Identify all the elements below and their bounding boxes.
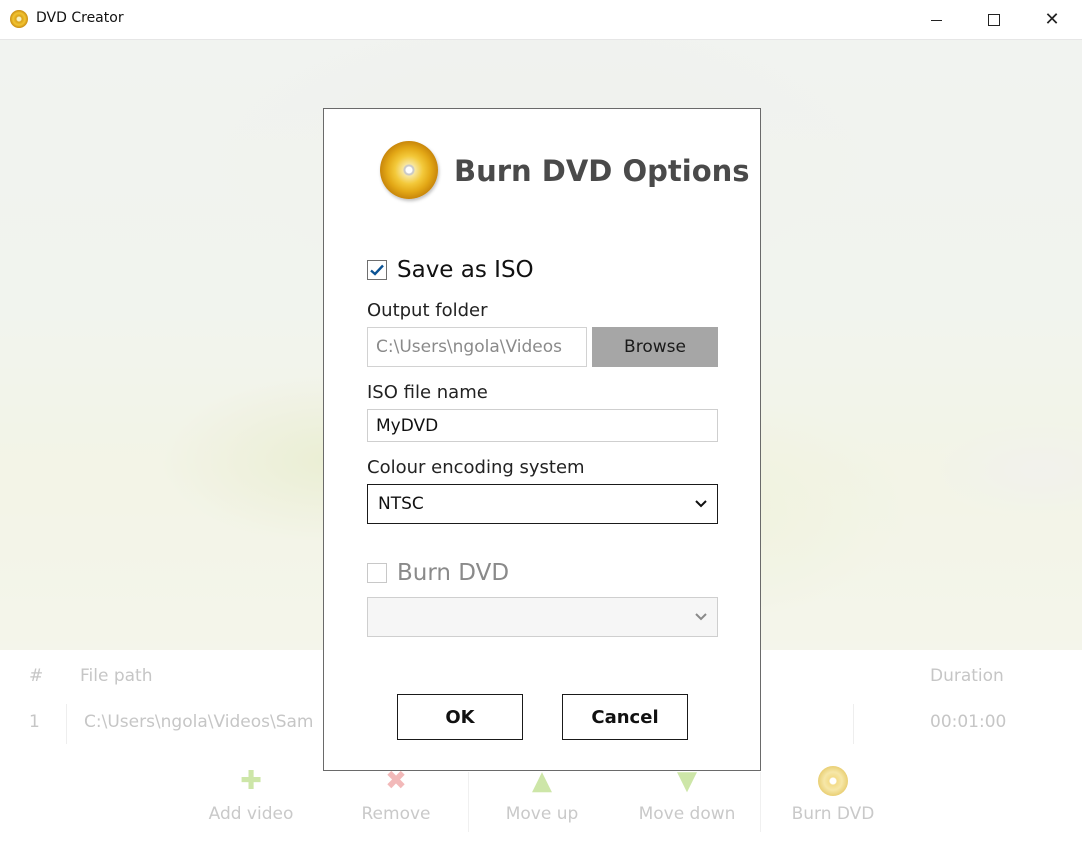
checkbox-unchecked xyxy=(367,563,387,583)
close-icon: ✕ xyxy=(1044,9,1060,30)
row-file-path: C:\Users\ngola\Videos\Sam xyxy=(84,712,314,732)
checkmark-icon xyxy=(370,264,384,276)
burn-dvd-options-dialog: Burn DVD Options Save as ISO Output fold… xyxy=(323,108,761,771)
output-folder-label: Output folder xyxy=(367,300,488,321)
plus-icon: ✚ xyxy=(240,766,262,796)
colour-encoding-value: NTSC xyxy=(378,494,424,514)
row-duration: 00:01:00 xyxy=(930,712,1007,732)
title-bar: DVD Creator ✕ xyxy=(0,0,1082,40)
save-as-iso-checkbox[interactable]: Save as ISO xyxy=(367,257,534,283)
column-header-file-path: File path xyxy=(80,666,153,686)
chevron-down-icon xyxy=(695,608,707,626)
move-down-label: Move down xyxy=(638,804,736,824)
close-button[interactable]: ✕ xyxy=(1023,0,1081,40)
dvd-disc-icon xyxy=(818,766,848,796)
iso-file-name-input[interactable]: MyDVD xyxy=(367,409,718,442)
maximize-button[interactable] xyxy=(965,0,1023,40)
cancel-button[interactable]: Cancel xyxy=(562,694,688,740)
burn-dvd-checkbox: Burn DVD xyxy=(367,560,509,586)
output-folder-field[interactable]: C:\Users\ngola\Videos xyxy=(367,327,587,367)
toolbar-divider xyxy=(468,772,469,832)
burn-dvd-checkbox-label: Burn DVD xyxy=(397,560,510,586)
colour-encoding-select[interactable]: NTSC xyxy=(367,484,718,524)
row-number: 1 xyxy=(29,712,40,732)
dvd-disc-icon xyxy=(10,10,28,28)
chevron-down-icon xyxy=(695,495,707,513)
window-title: DVD Creator xyxy=(36,10,124,26)
checkbox-checked[interactable] xyxy=(367,260,387,280)
burn-dvd-button[interactable]: Burn DVD xyxy=(768,760,898,824)
colour-encoding-label: Colour encoding system xyxy=(367,457,585,478)
add-video-label: Add video xyxy=(208,804,294,824)
dvd-disc-icon xyxy=(380,141,438,199)
move-up-label: Move up xyxy=(505,804,579,824)
minimize-icon xyxy=(930,19,942,21)
minimize-button[interactable] xyxy=(907,0,965,40)
burn-dvd-label: Burn DVD xyxy=(791,804,875,824)
add-video-button[interactable]: ✚ Add video xyxy=(186,760,316,824)
browse-button[interactable]: Browse xyxy=(592,327,718,367)
bottom-toolbar: ✚ Add video ✖ Remove ▲ Move up ▼ Move do… xyxy=(0,760,1082,841)
toolbar-divider xyxy=(760,772,761,832)
save-as-iso-label: Save as ISO xyxy=(397,257,534,283)
maximize-icon xyxy=(988,14,1000,26)
burn-drive-select xyxy=(367,597,718,637)
iso-file-name-label: ISO file name xyxy=(367,382,488,403)
column-header-number: # xyxy=(29,666,44,686)
dialog-title: Burn DVD Options xyxy=(454,154,750,188)
ok-button[interactable]: OK xyxy=(397,694,523,740)
column-header-duration: Duration xyxy=(930,666,1004,686)
remove-label: Remove xyxy=(361,804,431,824)
